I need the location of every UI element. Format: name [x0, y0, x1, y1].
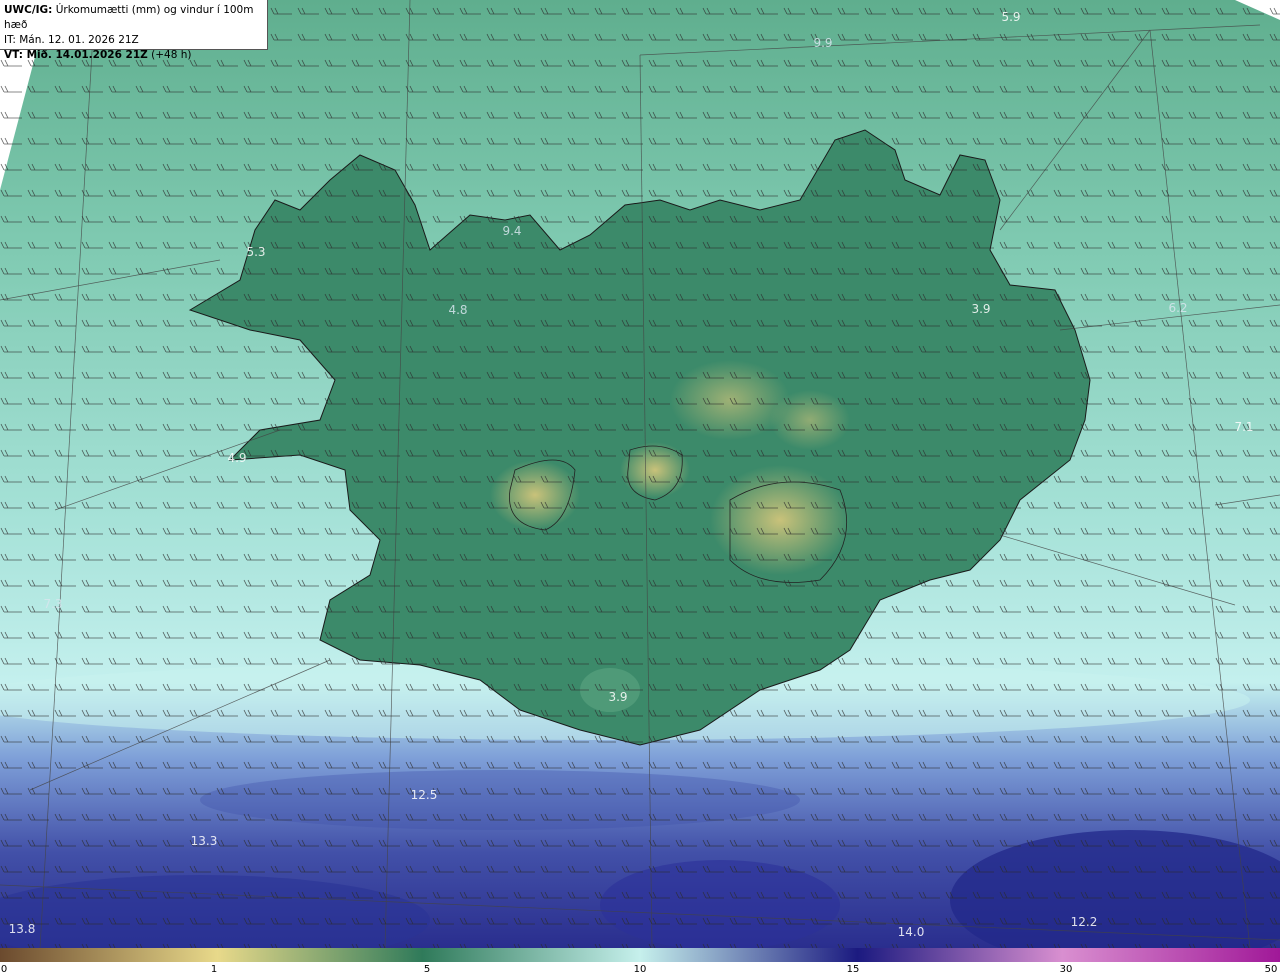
wind-barbs — [0, 0, 1280, 948]
lead-time: (+48 h) — [151, 49, 192, 61]
value-label: 5.9 — [1001, 10, 1021, 24]
header-line-1: UWC/IG: Úrkomumætti (mm) og vindur í 100… — [4, 3, 263, 33]
colorbar-strip — [0, 948, 1280, 962]
issue-time: IT: Mán. 12. 01. 2026 21Z — [4, 34, 139, 46]
value-label: 13.3 — [190, 834, 218, 848]
value-label: 7.1 — [1234, 420, 1254, 434]
value-label: 14.0 — [897, 925, 925, 939]
value-label: 9.9 — [813, 36, 833, 50]
value-label: 5.3 — [246, 245, 266, 259]
value-label: 12.5 — [410, 788, 438, 802]
value-label: 3.9 — [971, 302, 991, 316]
colorbar-legend: 0 1 5 10 15 30 50 — [0, 948, 1280, 978]
value-label: 3.9 — [608, 690, 628, 704]
colorbar-tick: 15 — [846, 964, 860, 975]
forecast-map — [0, 0, 1280, 970]
colorbar-tick: 1 — [210, 964, 218, 975]
value-label: 4.8 — [448, 303, 468, 317]
valid-time: VT: Mið. 14.01.2026 21Z — [4, 49, 148, 61]
value-label: 7.3 — [43, 597, 63, 611]
value-label: 4.9 — [227, 451, 247, 465]
value-label: 13.8 — [8, 922, 36, 936]
value-label: 9.4 — [502, 224, 522, 238]
map-header: UWC/IG: Úrkomumætti (mm) og vindur í 100… — [0, 0, 268, 61]
colorbar-tick: 50 — [1264, 964, 1278, 975]
model-label: UWC/IG: — [4, 4, 53, 16]
colorbar-tick: 0 — [0, 964, 8, 975]
header-line-3: VT: Mið. 14.01.2026 21Z (+48 h) — [4, 48, 263, 63]
value-label: 6.2 — [1168, 301, 1188, 315]
value-label: 12.2 — [1070, 915, 1098, 929]
colorbar-tick: 30 — [1059, 964, 1073, 975]
colorbar-tick: 5 — [423, 964, 431, 975]
colorbar-tick: 10 — [633, 964, 647, 975]
